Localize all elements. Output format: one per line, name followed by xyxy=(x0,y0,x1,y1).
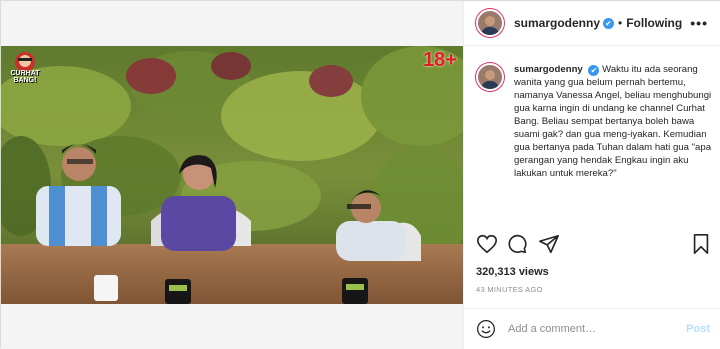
comment-bar: Add a comment… Post xyxy=(464,308,720,349)
age-rating-badge: 18+ xyxy=(423,49,457,71)
post-caption: sumargodenny ✔ Waktu itu ada seorang wan… xyxy=(476,63,714,180)
instagram-post: 18+ CURHAT BANG! sumargodenny ✔ • Follow… xyxy=(0,0,720,349)
caption-text: sumargodenny ✔ Waktu itu ada seorang wan… xyxy=(514,63,714,180)
comment-input[interactable]: Add a comment… xyxy=(508,323,686,335)
caption-username[interactable]: sumargodenny xyxy=(514,64,583,75)
verified-icon: ✔ xyxy=(588,65,600,76)
action-bar xyxy=(476,233,712,255)
view-count[interactable]: 320,313 views xyxy=(476,266,549,278)
more-options-icon[interactable]: ••• xyxy=(690,15,708,31)
video-scene xyxy=(1,46,463,304)
bookmark-icon[interactable] xyxy=(690,233,712,255)
comment-icon[interactable] xyxy=(506,233,528,255)
post-comment-button[interactable]: Post xyxy=(686,323,710,335)
separator-dot: • xyxy=(618,16,623,30)
post-timestamp[interactable]: 43 MINUTES AGO xyxy=(476,285,543,294)
verified-icon: ✔ xyxy=(603,17,615,29)
share-icon[interactable] xyxy=(538,233,560,255)
emoji-icon[interactable] xyxy=(476,319,496,339)
caption-line-2: namanya Vanessa Angel, beliau menghubung… xyxy=(514,90,712,179)
heart-icon[interactable] xyxy=(476,233,498,255)
post-media: 18+ CURHAT BANG! xyxy=(1,1,463,349)
following-button[interactable]: Following xyxy=(626,16,682,30)
channel-logo: CURHAT BANG! xyxy=(5,48,45,92)
video-frame[interactable]: 18+ CURHAT BANG! xyxy=(1,46,463,304)
post-sidebar: sumargodenny ✔ • Following ••• sumargode… xyxy=(463,1,720,349)
post-header: sumargodenny ✔ • Following ••• xyxy=(464,1,720,46)
logo-text: CURHAT BANG! xyxy=(10,70,40,84)
avatar[interactable] xyxy=(476,9,504,37)
caption-avatar[interactable] xyxy=(476,63,504,91)
header-username[interactable]: sumargodenny xyxy=(514,16,600,30)
